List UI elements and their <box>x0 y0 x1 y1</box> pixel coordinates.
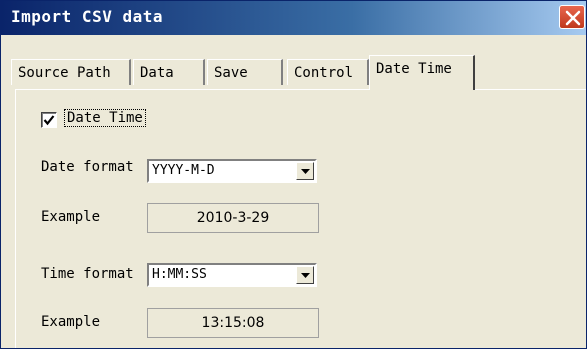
tab-control[interactable]: Control <box>287 59 369 85</box>
title-bar[interactable]: Import CSV data <box>1 1 586 35</box>
time-format-select[interactable]: H:MM:SS <box>147 263 317 287</box>
tab-save[interactable]: Save <box>207 59 283 85</box>
tab-data[interactable]: Data <box>133 59 205 85</box>
tab-source-path[interactable]: Source Path <box>11 59 131 85</box>
date-example-value: 2010-3-29 <box>147 203 319 233</box>
tab-date-time[interactable]: Date Time <box>369 55 475 90</box>
date-format-label: Date format <box>41 159 134 175</box>
chevron-down-icon <box>301 169 310 174</box>
time-example-value: 13:15:08 <box>147 308 319 338</box>
date-example-label: Example <box>41 209 101 225</box>
tab-label: Date Time <box>376 61 452 77</box>
tab-label: Control <box>294 65 354 81</box>
date-time-checkbox-label[interactable]: Date Time <box>64 109 146 127</box>
import-csv-dialog: Import CSV data Source Path Data Save Co… <box>0 0 587 349</box>
date-format-select[interactable]: YYYY-M-D <box>147 159 317 183</box>
time-format-dropdown-button[interactable] <box>296 266 314 284</box>
tab-label: Source Path <box>18 65 111 81</box>
date-time-checkbox[interactable] <box>41 112 57 128</box>
date-format-value: YYYY-M-D <box>152 163 215 178</box>
date-format-dropdown-button[interactable] <box>296 162 314 180</box>
window-title: Import CSV data <box>11 7 163 26</box>
tab-label: Data <box>140 65 174 81</box>
tab-label: Save <box>214 65 248 81</box>
checkmark-icon <box>43 115 55 126</box>
chevron-down-icon <box>301 273 310 278</box>
close-button[interactable] <box>559 5 585 29</box>
time-example-label: Example <box>41 314 101 330</box>
time-format-label: Time format <box>41 266 134 282</box>
time-format-value: H:MM:SS <box>152 267 207 282</box>
close-icon <box>565 10 581 26</box>
